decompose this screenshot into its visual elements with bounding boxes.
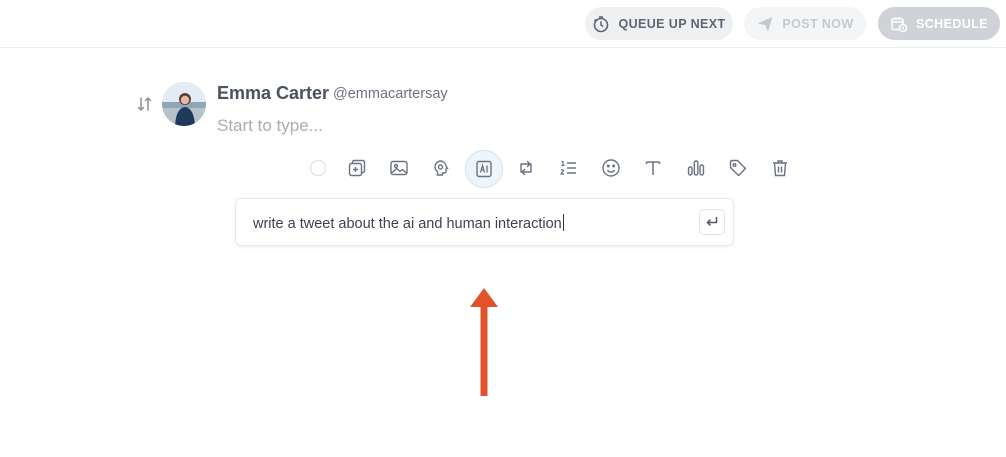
tweet-input[interactable]: Start to type... xyxy=(217,116,323,136)
annotation-arrow xyxy=(470,288,498,396)
schedule-button[interactable]: SCHEDULE xyxy=(878,7,1000,40)
emoji-icon[interactable] xyxy=(595,152,627,184)
queue-up-next-button[interactable]: QUEUE UP NEXT xyxy=(585,7,733,40)
text-caret xyxy=(562,214,564,231)
retweet-icon[interactable] xyxy=(510,152,542,184)
character-counter-circle xyxy=(302,152,334,184)
schedule-label: SCHEDULE xyxy=(916,16,988,31)
trash-icon[interactable] xyxy=(764,152,796,184)
image-icon[interactable] xyxy=(383,152,415,184)
brain-icon[interactable] xyxy=(425,152,457,184)
send-icon xyxy=(757,16,773,31)
author-handle: @emmacartersay xyxy=(333,86,448,102)
top-toolbar: QUEUE UP NEXT POST NOW SCHEDULE xyxy=(0,0,1006,48)
submit-prompt-button[interactable] xyxy=(699,209,725,235)
avatar[interactable] xyxy=(162,82,206,126)
calendar-clock-icon xyxy=(891,16,908,32)
poll-icon[interactable] xyxy=(680,152,712,184)
ai-prompt-box: write a tweet about the ai and human int… xyxy=(235,198,734,246)
tag-icon[interactable] xyxy=(722,152,754,184)
queue-up-next-label: QUEUE UP NEXT xyxy=(618,16,726,31)
author-name: Emma Carter xyxy=(217,83,330,103)
add-tweet-icon[interactable] xyxy=(341,152,373,184)
enter-icon xyxy=(706,216,718,226)
post-now-label: POST NOW xyxy=(782,16,854,31)
ai-icon[interactable] xyxy=(465,150,503,188)
ai-prompt-value: write a tweet about the ai and human int… xyxy=(253,216,562,232)
post-now-button[interactable]: POST NOW xyxy=(744,7,866,40)
text-format-icon[interactable] xyxy=(637,152,669,184)
ai-prompt-input[interactable]: write a tweet about the ai and human int… xyxy=(253,214,564,232)
timer-icon xyxy=(594,15,609,32)
numbered-list-icon[interactable] xyxy=(552,152,584,184)
reorder-icon[interactable] xyxy=(136,95,154,118)
